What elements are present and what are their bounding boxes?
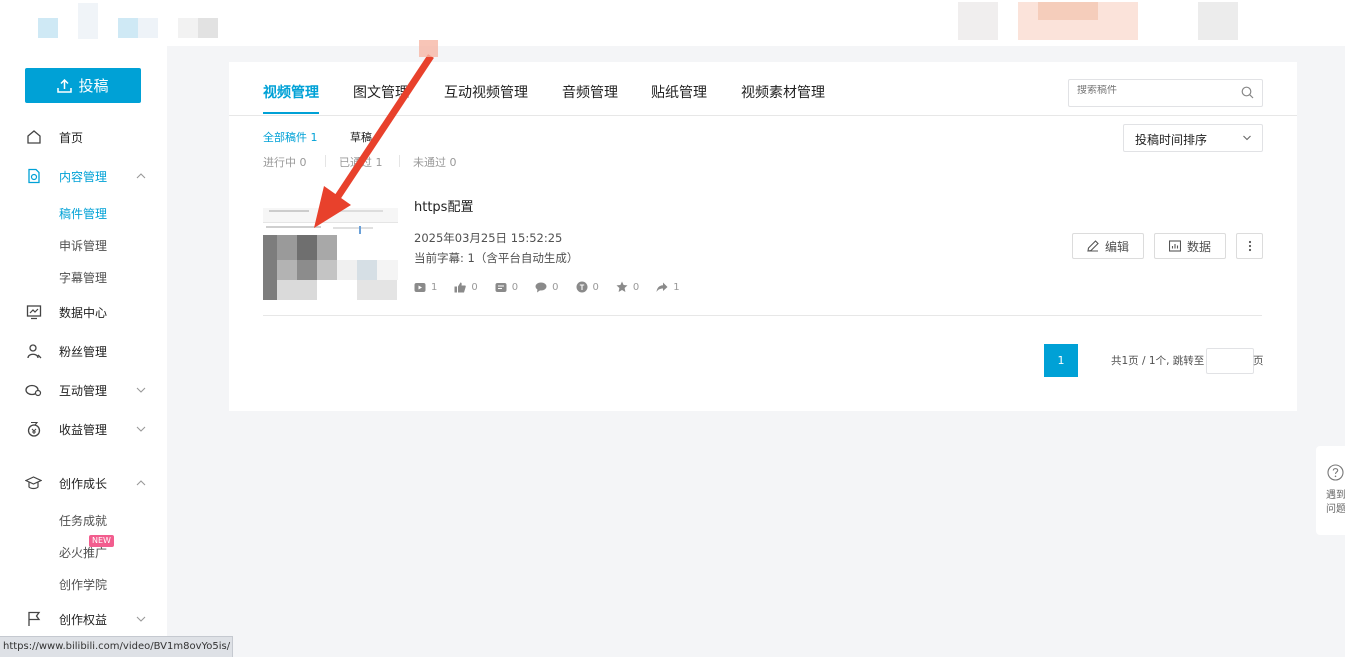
divider	[325, 155, 326, 167]
video-thumbnail[interactable]	[263, 208, 398, 300]
more-icon	[1248, 240, 1251, 252]
growth-icon	[25, 475, 42, 492]
user-area-blur	[958, 2, 998, 40]
chevron-up-icon	[135, 477, 147, 489]
chevron-down-icon	[135, 613, 147, 625]
edit-icon	[1087, 240, 1099, 252]
like-icon	[454, 282, 467, 292]
stat-share: 1	[656, 282, 680, 293]
sidebar-item-data-center[interactable]: 数据中心	[0, 300, 167, 324]
tab-video[interactable]: 视频管理	[263, 82, 319, 102]
more-button[interactable]	[1236, 233, 1263, 259]
search-box[interactable]	[1068, 79, 1263, 107]
favorite-icon	[616, 281, 628, 292]
chevron-down-icon	[1243, 135, 1251, 141]
sidebar-item-subtitles[interactable]: 字幕管理	[59, 269, 107, 286]
upload-label: 投稿	[78, 77, 109, 95]
comment-icon	[535, 282, 547, 292]
chevron-up-icon	[135, 170, 147, 182]
fans-icon	[25, 343, 42, 360]
play-icon	[414, 282, 426, 292]
page-1-button[interactable]: 1	[1044, 344, 1078, 377]
sort-select[interactable]: 投稿时间排序	[1123, 124, 1263, 152]
stat-comment: 0	[535, 282, 559, 293]
sidebar-item-appeals[interactable]: 申诉管理	[59, 237, 107, 254]
tab-interactive-video[interactable]: 互动视频管理	[444, 82, 528, 102]
data-center-icon	[25, 304, 42, 321]
data-button[interactable]: 数据	[1154, 233, 1226, 259]
video-date: 2025年03月25日 15:52:25	[414, 231, 563, 245]
divider	[399, 155, 400, 167]
tab-article[interactable]: 图文管理	[353, 82, 409, 102]
chevron-down-icon	[135, 423, 147, 435]
danmaku-icon	[495, 282, 507, 292]
status-rejected[interactable]: 未通过 0	[413, 154, 457, 170]
sidebar-item-content[interactable]: 内容管理	[0, 164, 167, 188]
sidebar: 投稿 首页 内容管理 稿件管理 申诉管理 字幕管理 数据中心 粉丝管理 互动管理…	[0, 46, 167, 657]
status-approved[interactable]: 已通过 1	[339, 154, 383, 170]
filter-draft[interactable]: 草稿	[350, 129, 372, 145]
income-icon	[25, 421, 42, 438]
help-widget[interactable]: 遇到 问题	[1316, 446, 1345, 535]
upload-icon	[57, 78, 73, 93]
divider	[263, 315, 1262, 316]
sidebar-item-manuscripts[interactable]: 稿件管理	[59, 205, 107, 222]
pagination-info: 共1页 / 1个, 跳转至	[1111, 355, 1205, 367]
question-icon	[1327, 464, 1344, 485]
video-title[interactable]: https配置	[414, 196, 473, 215]
stat-favorite: 0	[616, 281, 639, 293]
flag-icon	[25, 611, 42, 628]
logo-blur	[38, 18, 58, 38]
search-icon[interactable]	[1241, 86, 1254, 102]
upload-button[interactable]: 投稿	[25, 68, 141, 103]
stat-danmaku: 0	[495, 282, 518, 293]
help-text-line2: 问题	[1326, 504, 1345, 515]
sidebar-item-tasks[interactable]: 任务成就	[59, 512, 107, 529]
sidebar-item-interaction[interactable]: 互动管理	[0, 378, 167, 402]
chevron-down-icon	[135, 384, 147, 396]
manuscript-panel: 视频管理 图文管理 互动视频管理 音频管理 贴纸管理 视频素材管理 全部稿件 1…	[229, 62, 1297, 411]
active-tab-indicator	[263, 112, 319, 114]
search-input[interactable]	[1077, 85, 1227, 96]
pagination-unit: 页	[1253, 355, 1264, 367]
coin-icon	[576, 281, 587, 293]
share-icon	[656, 282, 668, 292]
tab-audio[interactable]: 音频管理	[562, 82, 618, 102]
sidebar-item-fans[interactable]: 粉丝管理	[0, 339, 167, 363]
edit-button[interactable]: 编辑	[1072, 233, 1144, 259]
status-bar-url: https://www.bilibili.com/video/BV1m8ovYo…	[0, 636, 233, 657]
stat-play: 1	[414, 282, 437, 293]
status-in-progress[interactable]: 进行中 0	[263, 154, 307, 170]
sidebar-item-growth[interactable]: 创作成长	[0, 471, 167, 495]
tab-sticker[interactable]: 贴纸管理	[651, 82, 707, 102]
interaction-icon	[25, 382, 42, 399]
chart-icon	[1168, 240, 1181, 252]
new-badge: NEW	[89, 535, 114, 547]
sidebar-item-academy[interactable]: 创作学院	[59, 576, 107, 593]
divider	[229, 115, 1297, 116]
stat-like: 0	[454, 282, 478, 293]
help-text-line1: 遇到	[1326, 490, 1345, 501]
sidebar-item-rights[interactable]: 创作权益	[0, 607, 167, 631]
video-stats: 1 0 0 0 0 0 1	[414, 280, 697, 294]
sidebar-item-income[interactable]: 收益管理	[0, 417, 167, 441]
filter-all[interactable]: 全部稿件 1	[263, 129, 318, 145]
tab-video-material[interactable]: 视频素材管理	[741, 82, 825, 102]
sort-label: 投稿时间排序	[1135, 133, 1208, 147]
subtitle-info: 当前字幕: 1（含平台自动生成）	[414, 251, 579, 265]
page-jump-input[interactable]	[1206, 348, 1254, 374]
top-header	[0, 0, 1345, 46]
sidebar-item-home[interactable]: 首页	[0, 125, 167, 149]
content-icon	[25, 168, 42, 185]
home-icon	[25, 129, 42, 146]
stat-coin: 0	[576, 281, 599, 293]
